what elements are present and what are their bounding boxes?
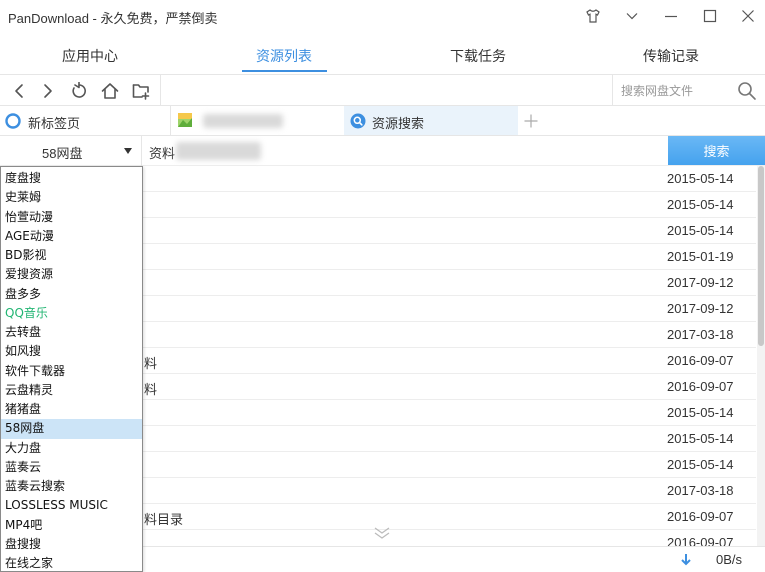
source-selected-value: 58网盘 (42, 146, 83, 161)
refresh-icon (72, 82, 86, 98)
dropdown-option[interactable]: 软件下载器 (1, 362, 142, 381)
dropdown-option[interactable]: 盘多多 (1, 285, 142, 304)
maximize-icon (703, 9, 717, 23)
result-date: 2017-03-18 (667, 483, 734, 498)
dropdown-option[interactable]: 蓝奏云 (1, 458, 142, 477)
result-date: 2016-09-07 (667, 535, 734, 546)
dropdown-option[interactable]: BD影视 (1, 246, 142, 265)
search-button[interactable]: 搜索 (668, 136, 765, 165)
search-source-row: 58网盘 资料 (0, 136, 765, 166)
redacted-title (203, 114, 283, 128)
tab-blurred-page[interactable] (171, 106, 344, 135)
main-navigation: 应用中心 资源列表 下载任务 传输记录 (0, 38, 765, 74)
dropdown-option[interactable]: MP4吧 (1, 516, 142, 535)
tab-label: 新标签页 (28, 116, 81, 131)
download-arrow-icon (681, 554, 691, 566)
active-tab-indicator (242, 70, 327, 72)
nav-tab-app-center[interactable]: 应用中心 (62, 46, 118, 66)
search-circle-icon (350, 113, 366, 129)
new-tab-button[interactable] (520, 110, 542, 132)
download-speed: 0B/s (716, 552, 743, 567)
forward-button[interactable] (37, 80, 59, 102)
maximize-button[interactable] (695, 4, 725, 28)
nav-tab-resource-list[interactable]: 资源列表 (256, 46, 312, 66)
nav-tab-download-tasks[interactable]: 下载任务 (450, 46, 506, 66)
tab-resource-search[interactable]: 资源搜索 (344, 106, 518, 135)
result-date: 2016-09-07 (667, 353, 734, 368)
caret-down-icon (124, 148, 132, 154)
shirt-icon (586, 9, 600, 23)
dropdown-option[interactable]: LOSSLESS MUSIC (1, 496, 142, 515)
back-button[interactable] (8, 80, 30, 102)
dropdown-option[interactable]: 云盘精灵 (1, 381, 142, 400)
close-icon (742, 10, 754, 22)
result-date: 2015-05-14 (667, 431, 734, 446)
home-icon (101, 83, 119, 99)
result-date: 2016-09-07 (667, 379, 734, 394)
minimize-button[interactable] (656, 4, 686, 28)
result-name: 料目录 (144, 512, 184, 527)
source-dropdown-list: 度盘搜 史莱姆 怡萱动漫 AGE动漫 BD影视 爱搜资源 盘多多 QQ音乐 去转盘 如风搜 软件下载… (0, 166, 143, 572)
dropdown-option[interactable]: 盘搜搜 (1, 535, 142, 554)
dropdown-option[interactable]: 在线之家 (1, 554, 142, 571)
double-chevron-down-icon[interactable] (372, 526, 392, 540)
result-date: 2015-05-14 (667, 457, 734, 472)
minimize-icon (665, 15, 677, 18)
home-button[interactable] (99, 80, 121, 102)
dropdown-option[interactable]: 蓝奏云搜索 (1, 477, 142, 496)
result-date: 2015-05-14 (667, 171, 734, 186)
keyword-value: 资料 (149, 146, 176, 161)
tab-new-tab[interactable]: 新标签页 (0, 106, 171, 135)
dropdown-option[interactable]: AGE动漫 (1, 227, 142, 246)
nav-tab-transfer-records[interactable]: 传输记录 (643, 46, 699, 66)
dropdown-option[interactable]: 如风搜 (1, 342, 142, 361)
result-date: 2017-03-18 (667, 327, 734, 342)
app-window: PanDownload - 永久免费，严禁倒卖 应用中心 资源列表 下载任务 传… (0, 0, 765, 572)
result-date: 2016-09-07 (667, 509, 734, 524)
dropdown-option[interactable]: 58网盘 (1, 419, 142, 439)
skin-button[interactable] (578, 4, 608, 28)
image-icon (178, 113, 192, 127)
file-search-input[interactable] (621, 82, 736, 100)
back-icon (15, 84, 23, 98)
new-folder-button[interactable] (130, 80, 152, 102)
dropdown-option[interactable]: QQ音乐 (1, 304, 142, 323)
result-date: 2015-05-14 (667, 197, 734, 212)
keyword-input[interactable]: 资料 (142, 136, 667, 166)
result-name: 料 (144, 356, 158, 371)
new-folder-icon (132, 84, 150, 100)
result-date: 2015-05-14 (667, 405, 734, 420)
toolbar (0, 74, 765, 106)
dropdown-option[interactable]: 猪猪盘 (1, 400, 142, 419)
dropdown-option[interactable]: 去转盘 (1, 323, 142, 342)
file-search-box (612, 75, 765, 106)
scrollbar-thumb[interactable] (758, 166, 764, 346)
dropdown-option[interactable]: 史莱姆 (1, 188, 142, 207)
menu-button[interactable] (617, 4, 647, 28)
redacted-keyword (176, 142, 261, 160)
globe-icon (5, 113, 21, 129)
result-name: 料 (144, 382, 158, 397)
result-date: 2017-09-12 (667, 275, 734, 290)
dropdown-option[interactable]: 怡萱动漫 (1, 208, 142, 227)
result-date: 2015-05-14 (667, 223, 734, 238)
dropdown-option[interactable]: 大力盘 (1, 439, 142, 458)
refresh-button[interactable] (68, 80, 90, 102)
dropdown-option[interactable]: 爱搜资源 (1, 265, 142, 284)
toolbar-separator (160, 75, 161, 106)
result-date: 2015-01-19 (667, 249, 734, 264)
browser-tabs: 新标签页 资源搜索 (0, 106, 765, 136)
tab-label: 资源搜索 (372, 116, 425, 131)
title-bar: PanDownload - 永久免费，严禁倒卖 (0, 0, 765, 34)
result-date: 2017-09-12 (667, 301, 734, 316)
plus-icon (524, 114, 538, 128)
close-button[interactable] (733, 4, 763, 28)
source-select[interactable]: 58网盘 (0, 136, 142, 166)
forward-icon (44, 84, 52, 98)
chevron-down-icon (626, 13, 638, 20)
dropdown-option[interactable]: 度盘搜 (1, 169, 142, 188)
window-title: PanDownload - 永久免费，严禁倒卖 (8, 11, 218, 26)
search-icon[interactable] (737, 81, 757, 101)
